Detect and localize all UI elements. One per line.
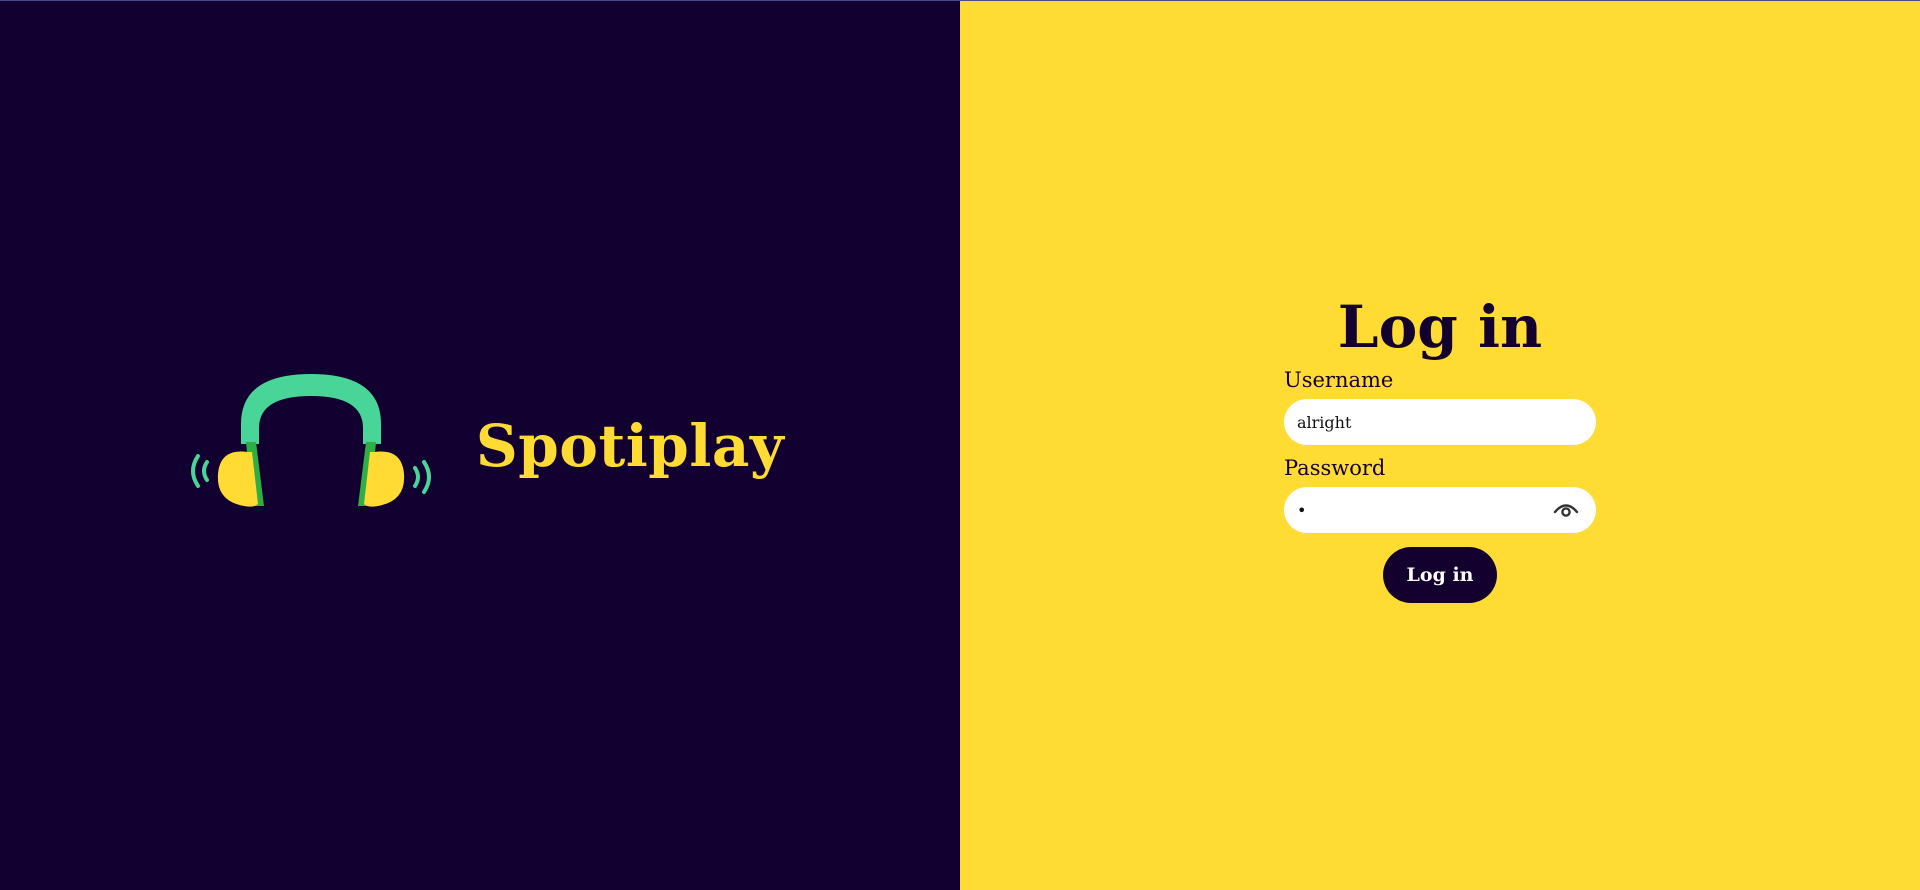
username-field-wrapper (1284, 399, 1596, 445)
brand-name: Spotiplay (475, 411, 785, 480)
eye-icon[interactable] (1552, 498, 1580, 522)
password-label: Password (1284, 456, 1386, 480)
login-button[interactable]: Log in (1383, 547, 1497, 603)
submit-row: Log in (1284, 547, 1596, 603)
brand-panel: Spotiplay (0, 1, 960, 890)
password-field-wrapper (1284, 487, 1596, 533)
headphones-icon (190, 373, 431, 507)
login-panel: Log in Username Password Log in (960, 1, 1920, 890)
login-form: Log in Username Password Log in (1284, 291, 1596, 603)
password-input[interactable] (1284, 487, 1596, 533)
username-input[interactable] (1284, 399, 1596, 445)
brand-lockup: Spotiplay (176, 366, 784, 526)
username-label: Username (1284, 368, 1394, 392)
page-title: Log in (1337, 293, 1543, 361)
